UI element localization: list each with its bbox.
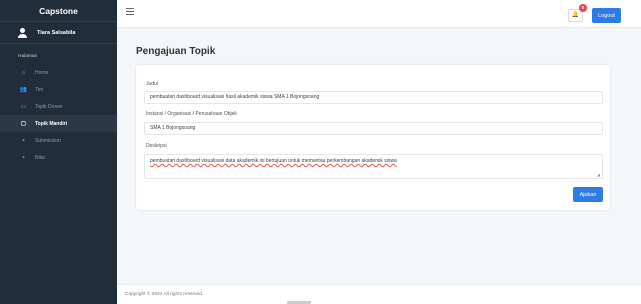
sidebar-item-tim[interactable]: 👥 Tim (0, 81, 117, 98)
judul-label: Judul (146, 81, 158, 87)
brand-title[interactable]: Capstone (0, 0, 117, 22)
sidebar-item-label: Submission (35, 137, 61, 144)
sidebar-item-topik-mandiri[interactable]: ◻ Topik Mandiri (0, 115, 117, 132)
file-icon: ▪ (22, 137, 25, 144)
topbar: 🔔 0 Logout (117, 0, 641, 28)
deskripsi-label: Deskripsi (146, 143, 167, 149)
topic-form-card: Judul pembuatan dashboard visualisasi ha… (136, 65, 610, 210)
home-icon: ⌂ (21, 69, 26, 76)
sidebar-item-label: Topik Dosen (35, 103, 63, 110)
menu-toggle-icon[interactable] (126, 8, 134, 15)
judul-field[interactable]: pembuatan dashboard visualisasi hasil ak… (144, 91, 603, 104)
sidebar-item-label: Home (35, 69, 49, 76)
section-label: Halaman (18, 54, 38, 59)
sidebar-item-submission[interactable]: ▪ Submission (0, 132, 117, 149)
sidebar: Capstone Tiara Salsabila Halaman ⌂ Home … (0, 0, 117, 304)
chat-bubble-icon: ◻ (21, 121, 26, 127)
user-panel: Tiara Salsabila (0, 22, 117, 44)
ajukan-button[interactable]: Ajukan (573, 187, 603, 202)
chat-icon: ▭ (20, 104, 27, 110)
document-icon: ▪ (22, 154, 25, 161)
sidebar-item-nilai[interactable]: ▪ Nilai (0, 149, 117, 166)
deskripsi-text: pembuatan dashboard visualisasi data aka… (150, 158, 397, 164)
sidebar-item-label: Nilai (35, 154, 45, 161)
footer: Copyright © 2024 All rights reserved. (117, 284, 641, 304)
user-name: Tiara Salsabila (37, 29, 76, 36)
instansi-label: Instansi / Organisasi / Perusahaan Objek (146, 111, 237, 117)
deskripsi-textarea[interactable]: pembuatan dashboard visualisasi data aka… (144, 154, 603, 179)
sidebar-item-topik-dosen[interactable]: ▭ Topik Dosen (0, 98, 117, 115)
sidebar-item-home[interactable]: ⌂ Home (0, 64, 117, 81)
page-title: Pengajuan Topik (136, 46, 216, 57)
logout-button[interactable]: Logout (592, 8, 621, 23)
user-avatar-icon (18, 27, 27, 38)
resize-handle-icon[interactable]: ◢ (597, 172, 600, 177)
sidebar-item-label: Topik Mandiri (35, 120, 68, 127)
sidebar-item-label: Tim (35, 86, 44, 93)
users-icon: 👥 (19, 87, 28, 93)
instansi-field[interactable]: SMA 1 Bojongsoang (144, 122, 603, 135)
notification-badge: 0 (579, 4, 587, 12)
